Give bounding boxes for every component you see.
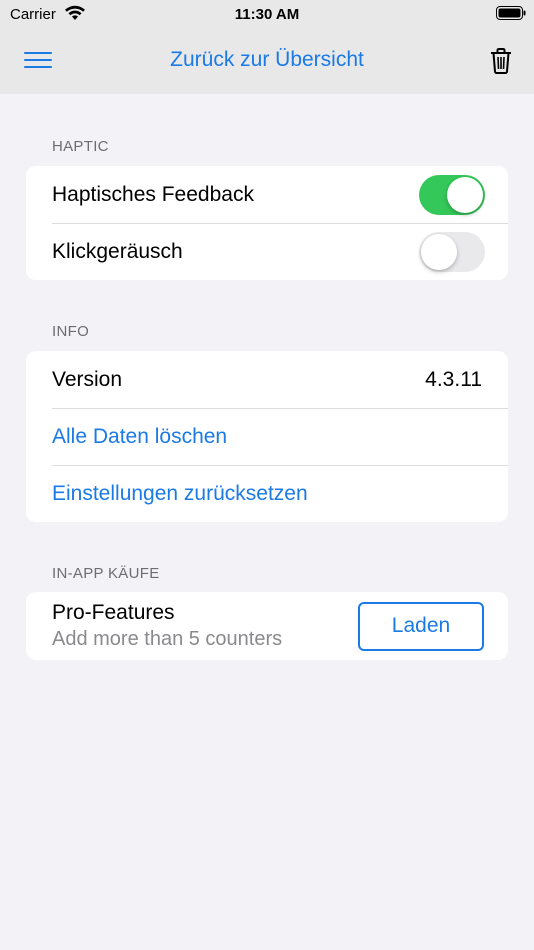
haptic-feedback-toggle[interactable]	[419, 174, 485, 215]
in-app-purchases-group: Pro-Features Add more than 5 counters La…	[26, 592, 508, 660]
clock: 11:30 AM	[234, 6, 300, 23]
pro-features-text: Pro-Features Add more than 5 counters	[52, 600, 358, 652]
section-header-info: INFO	[52, 323, 90, 340]
back-to-overview-button[interactable]: Zurück zur Übersicht	[0, 48, 534, 72]
version-label: Version	[52, 367, 123, 391]
haptic-group: Haptisches Feedback Klickgeräusch	[26, 166, 508, 280]
status-bar: Carrier 11:30 AM	[0, 0, 534, 28]
delete-all-data-button[interactable]: Alle Daten löschen	[52, 425, 482, 449]
haptic-feedback-row: Haptisches Feedback	[26, 166, 508, 223]
click-sound-toggle[interactable]	[419, 231, 485, 272]
battery-icon	[496, 6, 526, 20]
pro-features-subtitle: Add more than 5 counters	[52, 628, 283, 650]
haptic-feedback-label: Haptisches Feedback	[52, 182, 254, 206]
navigation-bar: Zurück zur Übersicht	[0, 28, 534, 94]
section-header-haptic: HAPTIC	[52, 138, 109, 155]
section-header-in-app-purchases: IN-APP KÄUFE	[52, 565, 160, 582]
click-sound-label: Klickgeräusch	[52, 239, 183, 263]
pro-features-row: Pro-Features Add more than 5 counters La…	[26, 592, 508, 660]
info-group: Version 4.3.11 Alle Daten löschen Einste…	[26, 351, 508, 522]
click-sound-row: Klickgeräusch	[26, 223, 508, 280]
reset-settings-row[interactable]: Einstellungen zurücksetzen	[26, 465, 508, 522]
load-button[interactable]: Laden	[358, 601, 484, 651]
version-value: 4.3.11	[425, 367, 482, 391]
delete-all-data-row[interactable]: Alle Daten löschen	[26, 408, 508, 465]
reset-settings-button[interactable]: Einstellungen zurücksetzen	[52, 482, 482, 506]
pro-features-title: Pro-Features	[52, 601, 175, 624]
trash-icon[interactable]	[490, 48, 512, 74]
version-row: Version 4.3.11	[26, 351, 508, 408]
